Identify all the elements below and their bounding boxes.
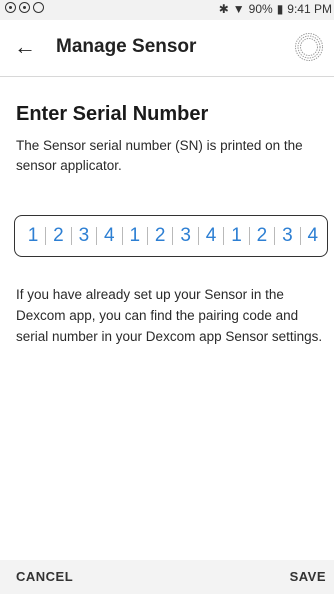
notification-icon [5,2,16,13]
save-button[interactable]: SAVE [290,569,326,584]
dexcom-logo-icon [295,33,323,61]
digit-separator [96,227,98,245]
battery-icon: ▮ [276,2,284,16]
back-arrow-icon[interactable]: ← [14,34,36,60]
serial-digit[interactable]: 1 [227,225,247,247]
digit-separator [121,227,123,245]
section-heading: Enter Serial Number [16,103,209,125]
clock: 9:41 PM [287,2,332,16]
digit-separator [197,227,199,245]
digit-separator [146,227,148,245]
app-bar-divider [0,76,334,77]
status-right: ✱ ▼ 90% ▮ 9:41 PM [219,2,332,16]
serial-digit[interactable]: 2 [150,225,170,247]
status-bar: ✱ ▼ 90% ▮ 9:41 PM [0,0,334,20]
serial-digit[interactable]: 3 [176,225,196,247]
digit-separator [70,227,72,245]
cancel-button[interactable]: CANCEL [16,569,73,584]
description-text: The Sensor serial number (SN) is printed… [16,138,303,173]
serial-digit[interactable]: 4 [303,225,323,247]
bottom-action-bar: CANCEL SAVE [0,560,334,594]
screen: ✱ ▼ 90% ▮ 9:41 PM ← Manage Sensor Enter … [0,0,334,594]
serial-digit[interactable]: 3 [277,225,297,247]
notification-icons [5,2,44,13]
digit-separator [274,227,276,245]
battery-percent: 90% [248,2,273,16]
serial-digit[interactable]: 2 [252,225,272,247]
digit-separator [172,227,174,245]
digit-separator [45,227,47,245]
digit-separator [223,227,225,245]
digit-separator [299,227,301,245]
wifi-icon: ▼ [232,2,245,16]
serial-digit[interactable]: 3 [74,225,94,247]
serial-digit[interactable]: 4 [201,225,221,247]
serial-digit[interactable]: 1 [125,225,145,247]
serial-digit[interactable]: 4 [99,225,119,247]
record-icon [19,2,30,13]
page-title: Manage Sensor [56,36,197,57]
serial-digit[interactable]: 1 [23,225,43,247]
bluetooth-icon: ✱ [218,2,229,16]
digit-separator [248,227,250,245]
info-text: If you have already set up your Sensor i… [16,287,323,344]
serial-number-input[interactable]: 123412341234 [14,215,328,257]
serial-digit[interactable]: 2 [48,225,68,247]
app-bar: ← Manage Sensor [0,20,334,76]
circle-icon [33,2,44,13]
